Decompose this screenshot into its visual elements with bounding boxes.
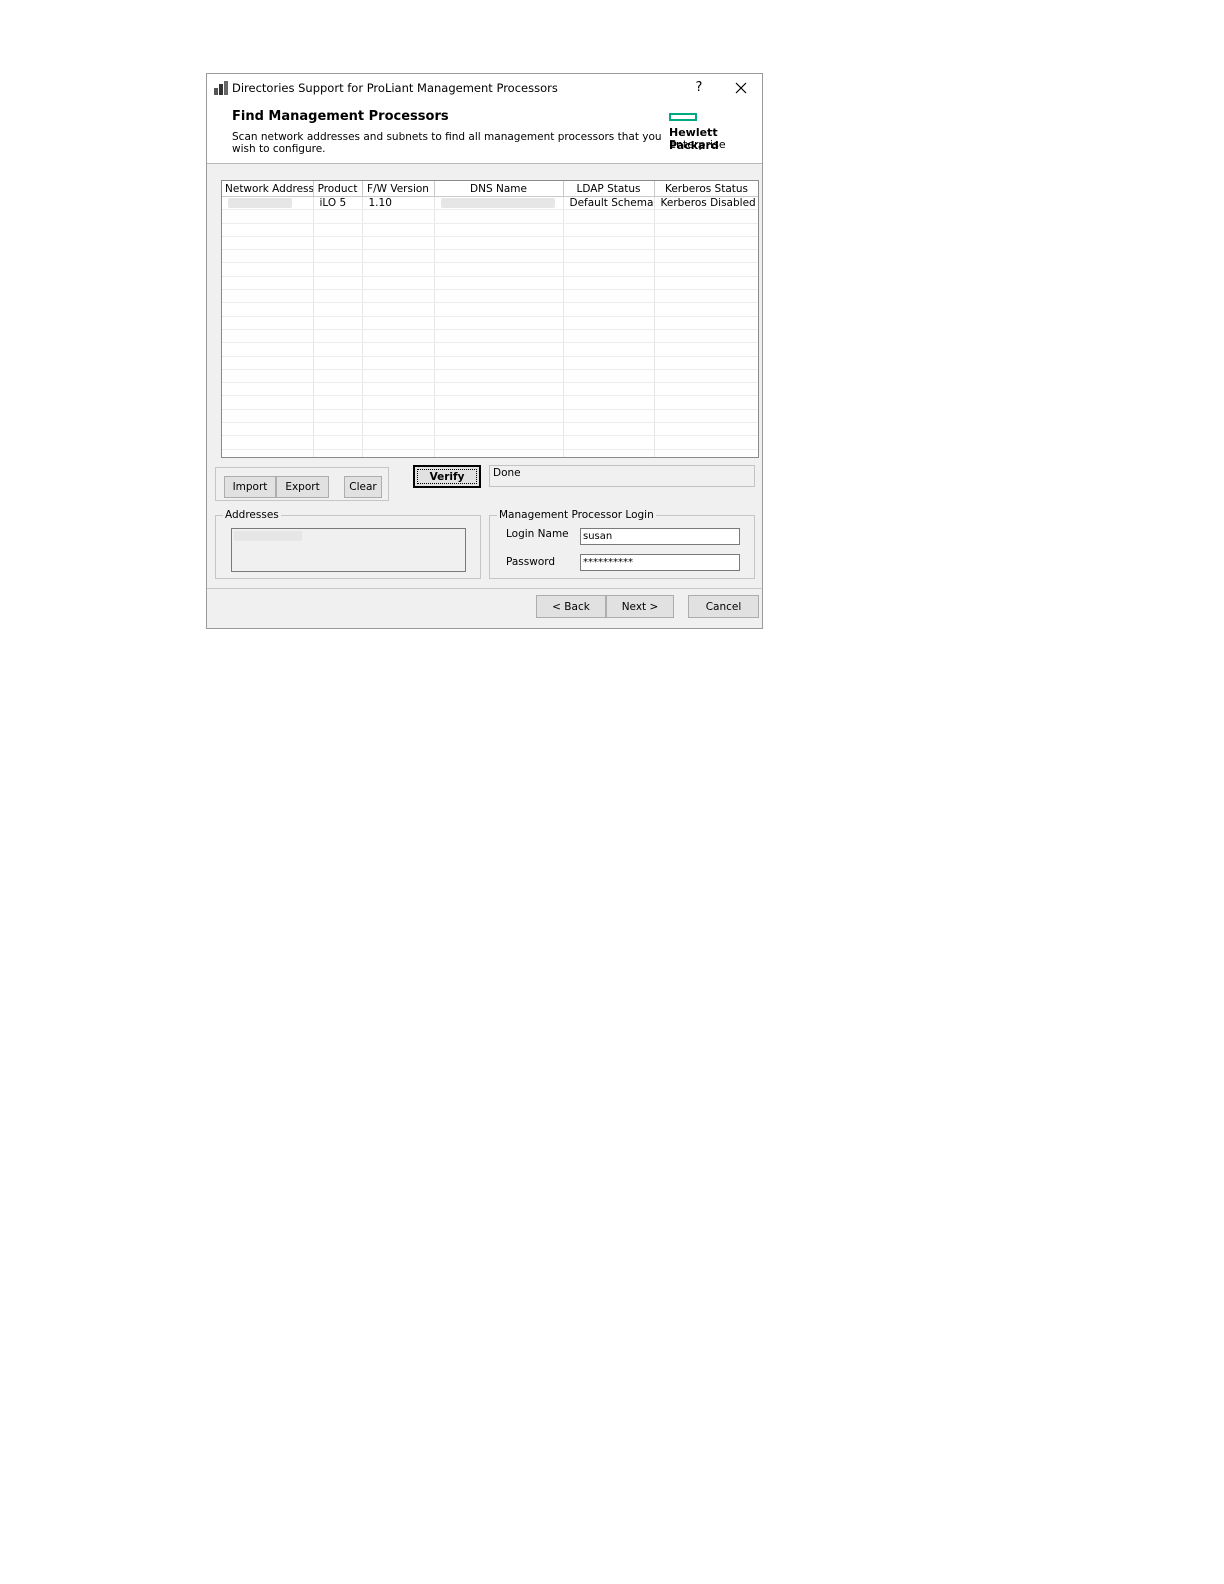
close-icon[interactable] <box>727 78 755 98</box>
redacted-network-address <box>228 198 292 209</box>
management-processor-login-group: Management Processor Login Login Name Pa… <box>489 509 755 579</box>
column-header-dns-name[interactable]: DNS Name <box>434 181 564 197</box>
processor-table: Network Address Product F/W Version DNS … <box>222 181 758 457</box>
empty-row <box>222 329 758 344</box>
app-icon <box>214 81 228 95</box>
cell-fw-version: 1.10 <box>362 196 435 211</box>
empty-row <box>222 209 758 224</box>
cell-dns-name <box>434 196 564 211</box>
column-header-fw-version[interactable]: F/W Version <box>362 181 435 197</box>
processor-list[interactable]: Network Address Product F/W Version DNS … <box>221 180 759 458</box>
empty-row <box>222 369 758 384</box>
cancel-button[interactable]: Cancel <box>688 595 759 618</box>
verify-button-label: Verify <box>417 469 477 484</box>
cell-network-address <box>222 196 314 211</box>
footer-divider <box>207 588 762 589</box>
title-bar: Directories Support for ProLiant Managem… <box>207 74 762 102</box>
empty-row <box>222 409 758 424</box>
table-row[interactable]: iLO 5 1.10 Default Schema Kerberos Disab… <box>222 196 758 211</box>
table-header-row: Network Address Product F/W Version DNS … <box>222 181 758 197</box>
cell-ldap-status: Default Schema <box>563 196 655 211</box>
wizard-header: Find Management Processors Scan network … <box>207 102 762 164</box>
redacted-dns-name <box>440 198 555 209</box>
export-button[interactable]: Export <box>276 476 329 498</box>
empty-row <box>222 223 758 237</box>
empty-row <box>222 356 758 370</box>
page-title: Find Management Processors <box>232 109 449 124</box>
status-field: Done <box>489 465 755 487</box>
cell-kerberos-status: Kerberos Disabled <box>654 196 758 211</box>
next-button[interactable]: Next > <box>606 595 674 618</box>
empty-row <box>222 382 758 397</box>
empty-row <box>222 236 758 251</box>
addresses-input[interactable] <box>231 528 466 572</box>
hpe-logo-mark <box>669 113 697 121</box>
column-header-network-address[interactable]: Network Address <box>222 181 314 197</box>
redacted-address <box>234 531 302 541</box>
empty-row <box>222 449 758 457</box>
empty-row <box>222 289 758 304</box>
login-name-field[interactable] <box>580 528 740 545</box>
page-subtitle: Scan network addresses and subnets to fi… <box>232 131 662 155</box>
empty-row <box>222 316 758 330</box>
empty-row <box>222 276 758 291</box>
empty-row <box>222 302 758 317</box>
empty-row <box>222 262 758 277</box>
directories-support-dialog: Directories Support for ProLiant Managem… <box>206 73 763 629</box>
password-field[interactable] <box>580 554 740 571</box>
cell-product: iLO 5 <box>313 196 363 211</box>
window-title: Directories Support for ProLiant Managem… <box>232 81 558 95</box>
empty-row <box>222 422 758 437</box>
back-button[interactable]: < Back <box>536 595 606 618</box>
addresses-group-label: Addresses <box>223 509 281 521</box>
verify-button[interactable]: Verify <box>413 465 481 488</box>
file-actions-group: Import Export Clear <box>215 467 389 501</box>
empty-row <box>222 395 758 410</box>
import-button[interactable]: Import <box>224 476 276 498</box>
login-group-label: Management Processor Login <box>497 509 656 521</box>
column-header-kerberos-status[interactable]: Kerberos Status <box>654 181 758 197</box>
logo-text-line2: Enterprise <box>669 138 726 151</box>
login-name-label: Login Name <box>506 528 569 540</box>
clear-button[interactable]: Clear <box>344 476 382 498</box>
column-header-ldap-status[interactable]: LDAP Status <box>563 181 655 197</box>
help-button[interactable]: ? <box>685 78 713 98</box>
addresses-group: Addresses <box>215 509 481 579</box>
password-label: Password <box>506 556 556 568</box>
column-header-product[interactable]: Product <box>313 181 363 197</box>
empty-row <box>222 342 758 357</box>
empty-row <box>222 435 758 450</box>
empty-row <box>222 249 758 264</box>
